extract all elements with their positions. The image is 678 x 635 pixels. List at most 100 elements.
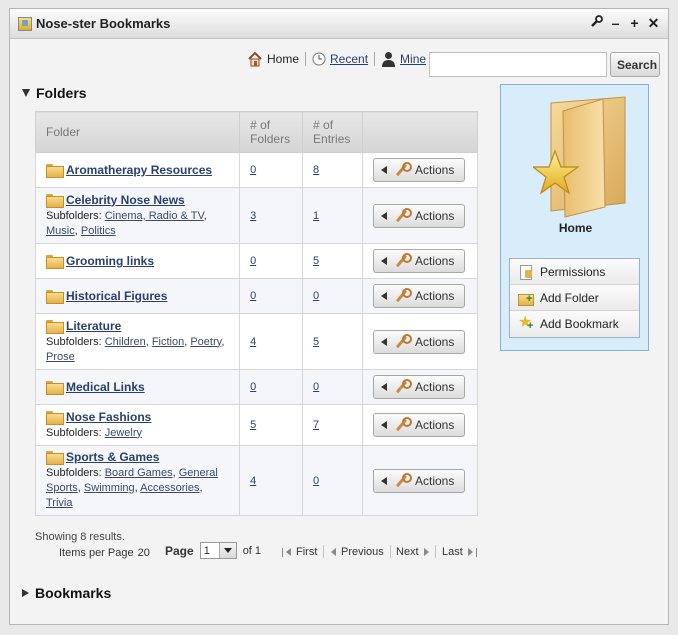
add-bookmark-icon <box>518 314 534 332</box>
subfolder-link[interactable]: Prose <box>46 351 75 363</box>
actions-button[interactable]: Actions <box>373 249 465 273</box>
folders-count-link[interactable]: 3 <box>250 210 256 222</box>
folder-cell: Celebrity Nose News Subfolders: Cinema, … <box>34 187 241 244</box>
actions-button[interactable]: Actions <box>373 329 465 354</box>
subfolders-label: Subfolders <box>46 335 99 348</box>
subfolder-link[interactable]: Children <box>105 336 146 348</box>
menu-item-add-bookmark[interactable]: Add Bookmark <box>510 311 639 337</box>
bookmarks-section-toggle[interactable]: Bookmarks <box>22 585 111 601</box>
folder-icon <box>46 319 64 334</box>
folder-link[interactable]: Historical Figures <box>66 289 167 303</box>
pagination-last-label: Last <box>442 546 463 558</box>
subfolders-label: Subfolders <box>46 426 99 439</box>
entries-count-link[interactable]: 0 <box>313 290 319 302</box>
actions-button[interactable]: Actions <box>373 203 465 228</box>
panel-title: Home <box>558 221 593 235</box>
folders-count-link[interactable]: 0 <box>250 290 256 302</box>
actions-button[interactable]: Actions <box>373 375 465 399</box>
subfolder-link[interactable]: Fiction <box>152 336 184 348</box>
subfolder-link[interactable]: Swimming <box>84 482 135 494</box>
wrench-icon <box>393 417 412 433</box>
nav-mine-link[interactable]: Mine <box>400 52 426 66</box>
menu-arrow-icon <box>381 257 387 265</box>
folders-count-link[interactable]: 0 <box>250 164 256 176</box>
folder-icon <box>46 290 64 304</box>
table-row: Literature Subfolders: Children, Fiction… <box>34 313 478 370</box>
nav-mine[interactable]: Mine <box>375 51 432 67</box>
subfolder-link[interactable]: Cinema, Radio & TV <box>105 210 204 222</box>
items-per-page: Items per Page 20 <box>59 547 150 559</box>
menu-item-permissions[interactable]: Permissions <box>510 259 639 285</box>
actions-button[interactable]: Actions <box>373 158 465 182</box>
folder-cell: Medical Links <box>34 369 241 405</box>
pagination-separator <box>323 545 324 558</box>
folder-link[interactable]: Sports & Games <box>66 450 159 464</box>
subfolder-link[interactable]: Board Games <box>105 467 173 479</box>
pagination-first[interactable]: First <box>282 546 317 558</box>
subfolders-label: Subfolders <box>46 209 99 222</box>
entries-count-link[interactable]: 0 <box>313 475 319 487</box>
entries-count-link[interactable]: 0 <box>313 381 319 393</box>
menu-item-label: Add Bookmark <box>540 317 619 331</box>
folders-count-cell: 3 <box>239 187 304 244</box>
folder-link[interactable]: Grooming links <box>66 254 154 268</box>
subfolder-link[interactable]: Poetry <box>190 336 221 348</box>
folder-icon <box>46 451 64 465</box>
nav-recent[interactable]: Recent <box>306 52 374 66</box>
entries-count-link[interactable]: 8 <box>313 164 319 176</box>
entries-count-link[interactable]: 7 <box>313 419 319 431</box>
nav-home[interactable]: Home <box>241 51 305 67</box>
folders-count-link[interactable]: 0 <box>250 255 256 267</box>
folders-section-toggle[interactable]: Folders <box>22 85 87 101</box>
folder-link[interactable]: Medical Links <box>66 380 145 394</box>
subfolders-list: Subfolders: Children, Fiction, Poetry, P… <box>46 335 225 363</box>
close-icon[interactable]: ✕ <box>647 15 660 31</box>
pagination-last[interactable]: Last <box>442 546 477 558</box>
entries-count-link[interactable]: 5 <box>313 336 319 348</box>
folder-icon <box>46 164 64 178</box>
folders-count-link[interactable]: 4 <box>250 336 256 348</box>
subfolder-link[interactable]: Music <box>46 225 75 237</box>
entries-count-link[interactable]: 1 <box>313 210 319 222</box>
folder-link[interactable]: Nose Fashions <box>66 410 151 424</box>
folders-count-link[interactable]: 4 <box>250 475 256 487</box>
folder-info-panel: Home Permissions Add Folder Add Bookmark <box>500 84 649 351</box>
folder-link[interactable]: Celebrity Nose News <box>66 193 185 207</box>
search-input[interactable] <box>429 52 607 77</box>
folder-cell: Grooming links <box>34 243 241 279</box>
folder-link[interactable]: Aromatherapy Resources <box>66 163 212 177</box>
entries-count-link[interactable]: 5 <box>313 255 319 267</box>
wrench-icon[interactable] <box>590 15 603 31</box>
subfolder-link[interactable]: Accessories <box>140 482 199 494</box>
menu-arrow-icon <box>381 292 387 300</box>
pagination-previous[interactable]: Previous <box>331 546 384 558</box>
pagination-previous-label: Previous <box>341 546 384 558</box>
folders-count-link[interactable]: 5 <box>250 419 256 431</box>
page-select[interactable]: 1 <box>199 542 237 559</box>
folders-count-link[interactable]: 0 <box>250 381 256 393</box>
menu-item-add-folder[interactable]: Add Folder <box>510 285 639 311</box>
entries-count-cell: 5 <box>302 313 363 370</box>
actions-button[interactable]: Actions <box>373 468 465 493</box>
page-selector: Page 1 of 1 <box>165 542 261 559</box>
folder-link[interactable]: Literature <box>66 319 121 333</box>
entries-count-cell: 1 <box>302 187 363 244</box>
actions-button[interactable]: Actions <box>373 284 465 308</box>
table-row: Nose Fashions Subfolders: Jewelry 5 7 Ac… <box>34 404 478 446</box>
search-button[interactable]: Search <box>610 52 660 77</box>
folder-icon <box>46 381 64 395</box>
top-navigation: Home Recent Mine <box>241 51 432 67</box>
nav-recent-link[interactable]: Recent <box>330 52 368 66</box>
subfolder-link[interactable]: Politics <box>81 225 116 237</box>
subfolder-link[interactable]: Jewelry <box>105 427 142 439</box>
wrench-icon <box>393 333 412 350</box>
pagination-next[interactable]: Next <box>396 546 429 558</box>
actions-button[interactable]: Actions <box>373 413 465 437</box>
wrench-icon <box>393 288 412 304</box>
menu-arrow-icon <box>381 383 387 391</box>
maximize-icon[interactable]: + <box>628 15 641 31</box>
subfolder-link[interactable]: Trivia <box>46 497 72 509</box>
minimize-icon[interactable]: – <box>609 15 622 31</box>
menu-arrow-icon <box>381 421 387 429</box>
last-bar-icon <box>475 547 477 557</box>
